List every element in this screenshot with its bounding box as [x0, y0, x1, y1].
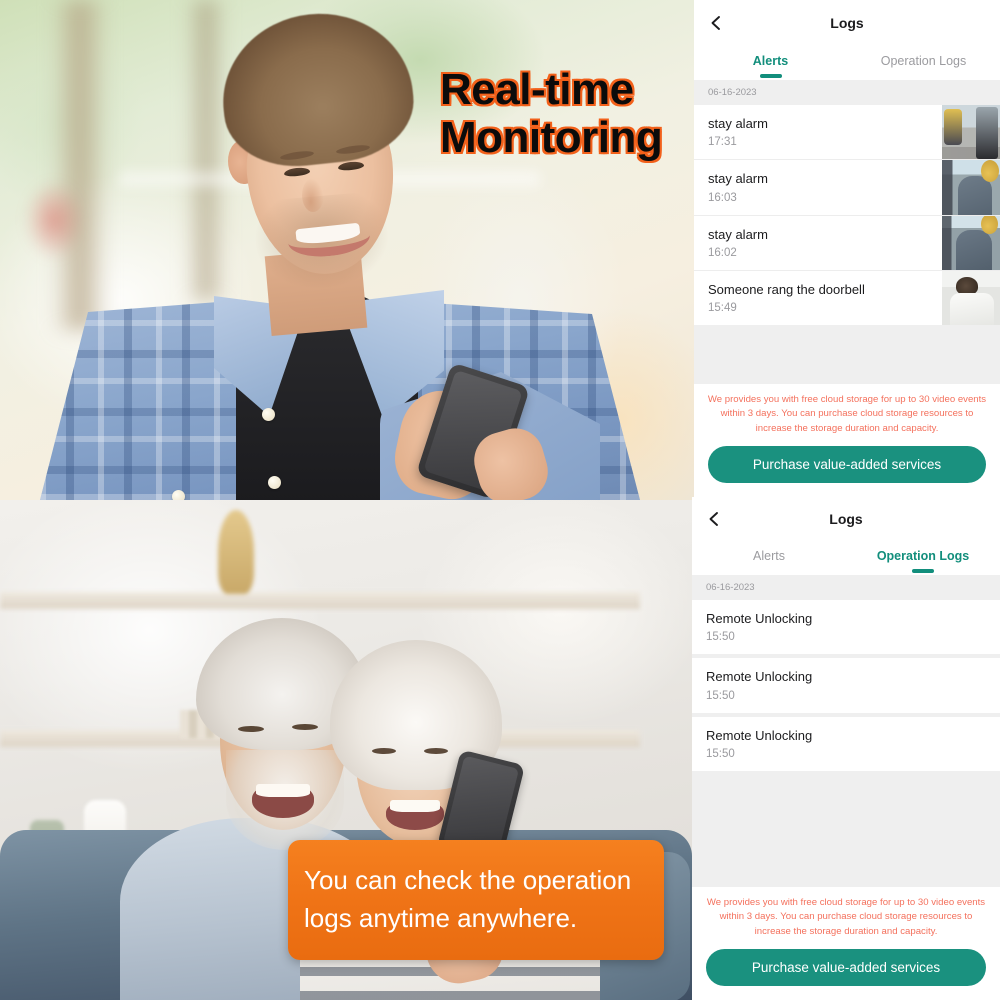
list-empty-space: [694, 325, 1000, 384]
purchase-value-added-services-button[interactable]: Purchase value-added services: [708, 446, 986, 483]
page-title: Logs: [830, 15, 864, 31]
alert-time: 16:02: [708, 246, 737, 259]
cta-container: Purchase value-added services: [694, 436, 1000, 497]
log-info: Remote Unlocking 15:50: [692, 658, 1000, 712]
tab-operation-logs[interactable]: Operation Logs: [847, 46, 1000, 80]
cloud-storage-promo: We provides you with free cloud storage …: [692, 886, 1000, 939]
caption-line-1: You can check the operation: [304, 865, 632, 896]
alert-thumbnail[interactable]: [942, 160, 1000, 215]
date-header: 06-16-2023: [692, 575, 1000, 600]
senior-man-eye-left: [238, 726, 264, 732]
purchase-value-added-services-button[interactable]: Purchase value-added services: [706, 949, 986, 986]
tab-alerts[interactable]: Alerts: [692, 541, 846, 575]
tree-trunk-blur: [52, 0, 108, 330]
alert-thumbnail[interactable]: [942, 270, 1000, 325]
tab-alerts-label: Alerts: [752, 54, 789, 68]
table-row[interactable]: Remote Unlocking 15:50: [692, 658, 1000, 717]
alerts-list: stay alarm 17:31 stay alarm 16:03 stay a…: [694, 105, 1000, 325]
tab-bar-operation-logs: Alerts Operation Logs: [692, 541, 1000, 575]
alert-thumbnail[interactable]: [942, 105, 1000, 160]
log-title: Remote Unlocking: [706, 669, 813, 685]
alert-info: Someone rang the doorbell 15:49: [694, 271, 942, 325]
background-red-sign: [24, 180, 84, 260]
headline-real-time-monitoring: Real-time Monitoring: [440, 66, 690, 161]
alert-info: stay alarm 16:02: [694, 216, 942, 270]
cta-container: Purchase value-added services: [692, 939, 1000, 1000]
caption-text: You can check the operation logs anytime…: [304, 862, 648, 937]
promo-text: We provides you with free cloud storage …: [706, 896, 986, 937]
app-panel-alerts: Logs Alerts Operation Logs 06-16-2023 st…: [694, 0, 1000, 497]
senior-man-eye-right: [292, 724, 318, 730]
chevron-left-icon[interactable]: [708, 15, 724, 31]
senior-woman-eye-right: [424, 748, 448, 754]
tab-alerts-label: Alerts: [753, 549, 785, 563]
log-title: Remote Unlocking: [706, 727, 813, 743]
senior-man-teeth: [256, 784, 310, 797]
list-empty-space: [692, 774, 1000, 887]
tab-operation-logs-label: Operation Logs: [876, 549, 970, 563]
thumbnail-person-seated-image-2: [942, 215, 1000, 270]
table-row[interactable]: Someone rang the doorbell 15:49: [694, 270, 1000, 325]
gold-decor-object: [218, 510, 254, 594]
senior-woman-eye-left: [372, 748, 396, 754]
alert-info: stay alarm 16:03: [694, 160, 942, 214]
shirt-button: [262, 408, 275, 421]
caption-banner-operation-logs: You can check the operation logs anytime…: [288, 840, 664, 960]
shelf: [0, 592, 640, 609]
table-row[interactable]: Remote Unlocking 15:50: [692, 716, 1000, 775]
nose: [302, 178, 324, 212]
alert-time: 17:31: [708, 136, 737, 149]
alert-thumbnail[interactable]: [942, 215, 1000, 270]
promo-text: We provides you with free cloud storage …: [707, 393, 987, 434]
log-info: Remote Unlocking 15:50: [692, 717, 1000, 771]
shirt-button: [268, 476, 281, 489]
log-time: 15:50: [706, 747, 735, 760]
tree-trunk-blur-2: [186, 0, 226, 300]
operation-logs-list: Remote Unlocking 15:50 Remote Unlocking …: [692, 600, 1000, 775]
senior-woman-teeth: [390, 800, 440, 812]
log-info: Remote Unlocking 15:50: [692, 600, 1000, 654]
page-title: Logs: [829, 511, 863, 527]
tab-bar-alerts: Alerts Operation Logs: [694, 46, 1000, 80]
app-panel-operation-logs: Logs Alerts Operation Logs 06-16-2023 Re…: [692, 497, 1000, 1000]
marketing-composite: Real-time Monitoring Logs Alerts Operati…: [0, 0, 1000, 1000]
thumbnail-lobby-image: [942, 105, 1000, 160]
table-row[interactable]: stay alarm 17:31: [694, 105, 1000, 161]
log-title: Remote Unlocking: [706, 611, 813, 626]
table-row[interactable]: stay alarm 16:03: [694, 160, 1000, 216]
photo-young-man-outdoors: Real-time Monitoring: [0, 0, 694, 500]
alert-info: stay alarm 17:31: [694, 105, 942, 159]
cloud-storage-promo: We provides you with free cloud storage …: [694, 383, 1000, 436]
thumbnail-visitor-image: [942, 270, 1000, 325]
nav-bar-operation-logs: Logs: [692, 497, 1000, 541]
table-row[interactable]: Remote Unlocking 15:50: [692, 600, 1000, 659]
thumbnail-person-seated-image: [942, 160, 1000, 215]
nav-bar-alerts: Logs: [694, 0, 1000, 46]
alert-title: stay alarm: [708, 116, 768, 131]
tab-alerts[interactable]: Alerts: [694, 46, 847, 80]
log-time: 15:50: [706, 689, 735, 702]
alert-title: stay alarm: [708, 171, 768, 187]
alert-title: Someone rang the doorbell: [708, 281, 865, 297]
headline-line-2: Monitoring: [440, 112, 663, 162]
tab-operation-logs-label: Operation Logs: [880, 54, 967, 68]
headline-line-1: Real-time: [440, 65, 634, 114]
alert-time: 16:03: [708, 191, 737, 204]
shirt-button: [172, 490, 185, 500]
table-row[interactable]: stay alarm 16:02: [694, 215, 1000, 271]
caption-line-2: logs anytime anywhere.: [304, 903, 578, 933]
alert-time: 15:49: [708, 302, 737, 314]
log-time: 15:50: [706, 631, 735, 644]
date-header: 06-16-2023: [694, 80, 1000, 105]
chevron-left-icon[interactable]: [706, 511, 722, 527]
tab-operation-logs[interactable]: Operation Logs: [846, 541, 1000, 575]
alert-title: stay alarm: [708, 226, 768, 242]
